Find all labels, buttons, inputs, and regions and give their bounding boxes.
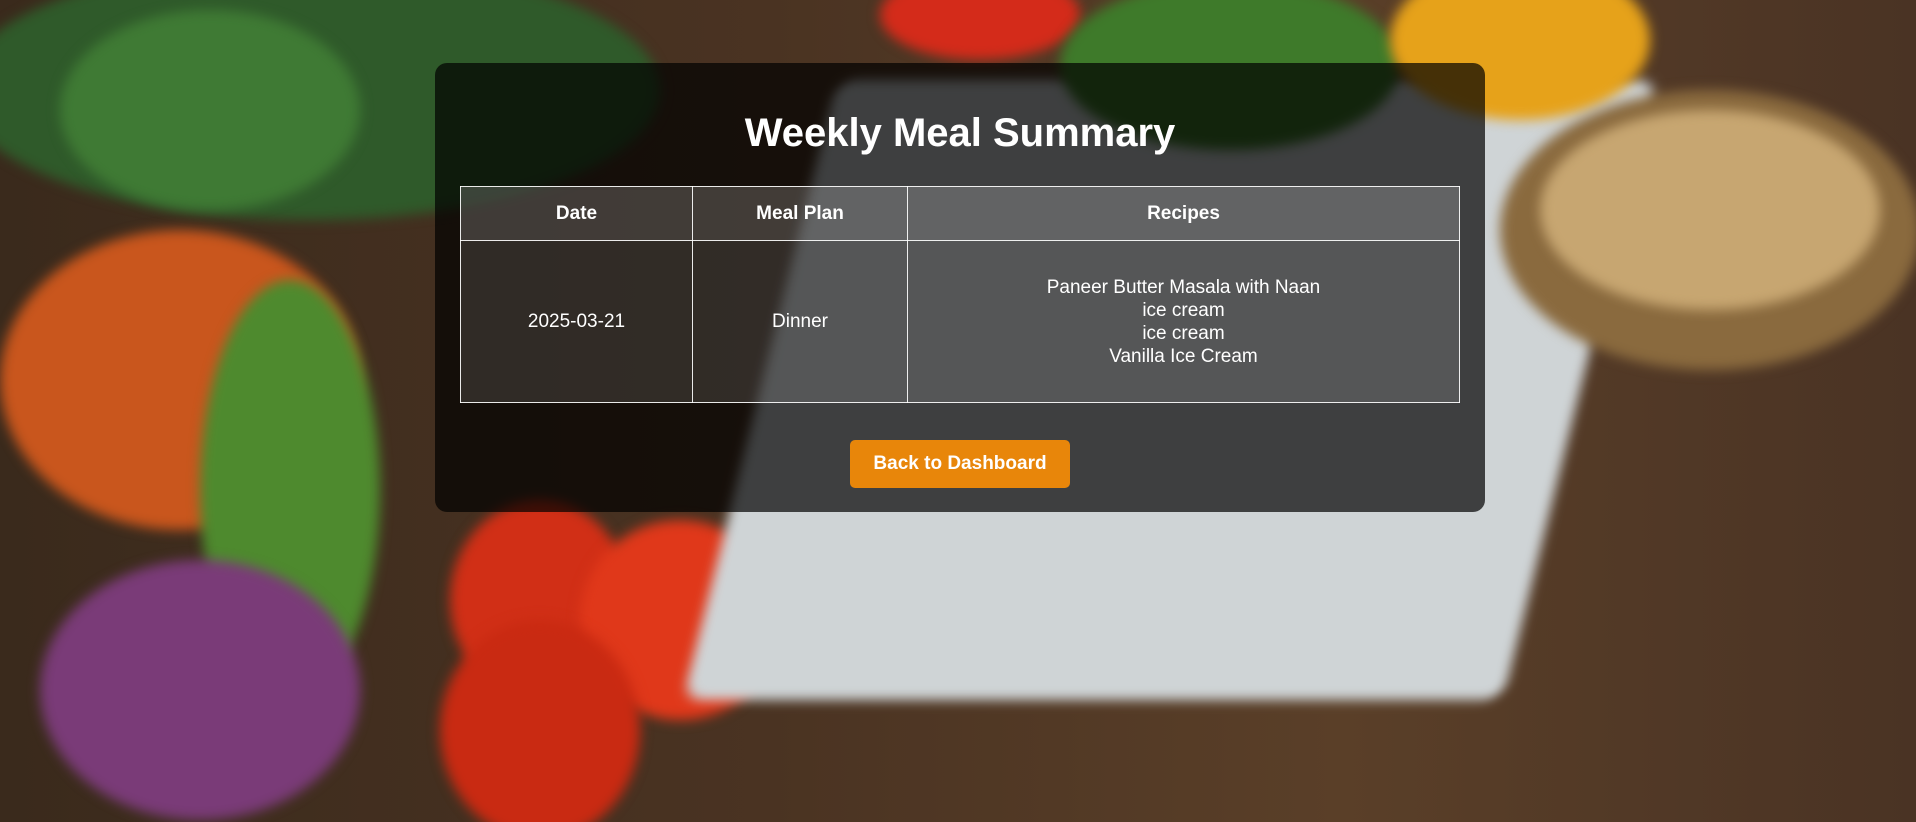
page-title: Weekly Meal Summary	[744, 111, 1176, 155]
header-meal-plan: Meal Plan	[692, 186, 908, 241]
meal-summary-table: Date Meal Plan Recipes 2025-03-21 Dinner…	[460, 186, 1460, 403]
recipe-item: ice cream	[1142, 299, 1225, 321]
table-header-row: Date Meal Plan Recipes	[460, 186, 1460, 241]
back-to-dashboard-button[interactable]: Back to Dashboard	[850, 440, 1070, 488]
cell-recipes: Paneer Butter Masala with Naan ice cream…	[907, 240, 1460, 403]
cell-meal-plan: Dinner	[692, 240, 908, 403]
recipe-item: Paneer Butter Masala with Naan	[1046, 276, 1321, 298]
recipe-item: Vanilla Ice Cream	[1109, 345, 1258, 367]
table-row: 2025-03-21 Dinner Paneer Butter Masala w…	[460, 240, 1460, 403]
cell-date: 2025-03-21	[460, 240, 693, 403]
header-recipes: Recipes	[907, 186, 1460, 241]
summary-panel: Weekly Meal Summary Date Meal Plan Recip…	[435, 63, 1485, 512]
recipe-item: ice cream	[1142, 322, 1225, 344]
header-date: Date	[460, 186, 693, 241]
